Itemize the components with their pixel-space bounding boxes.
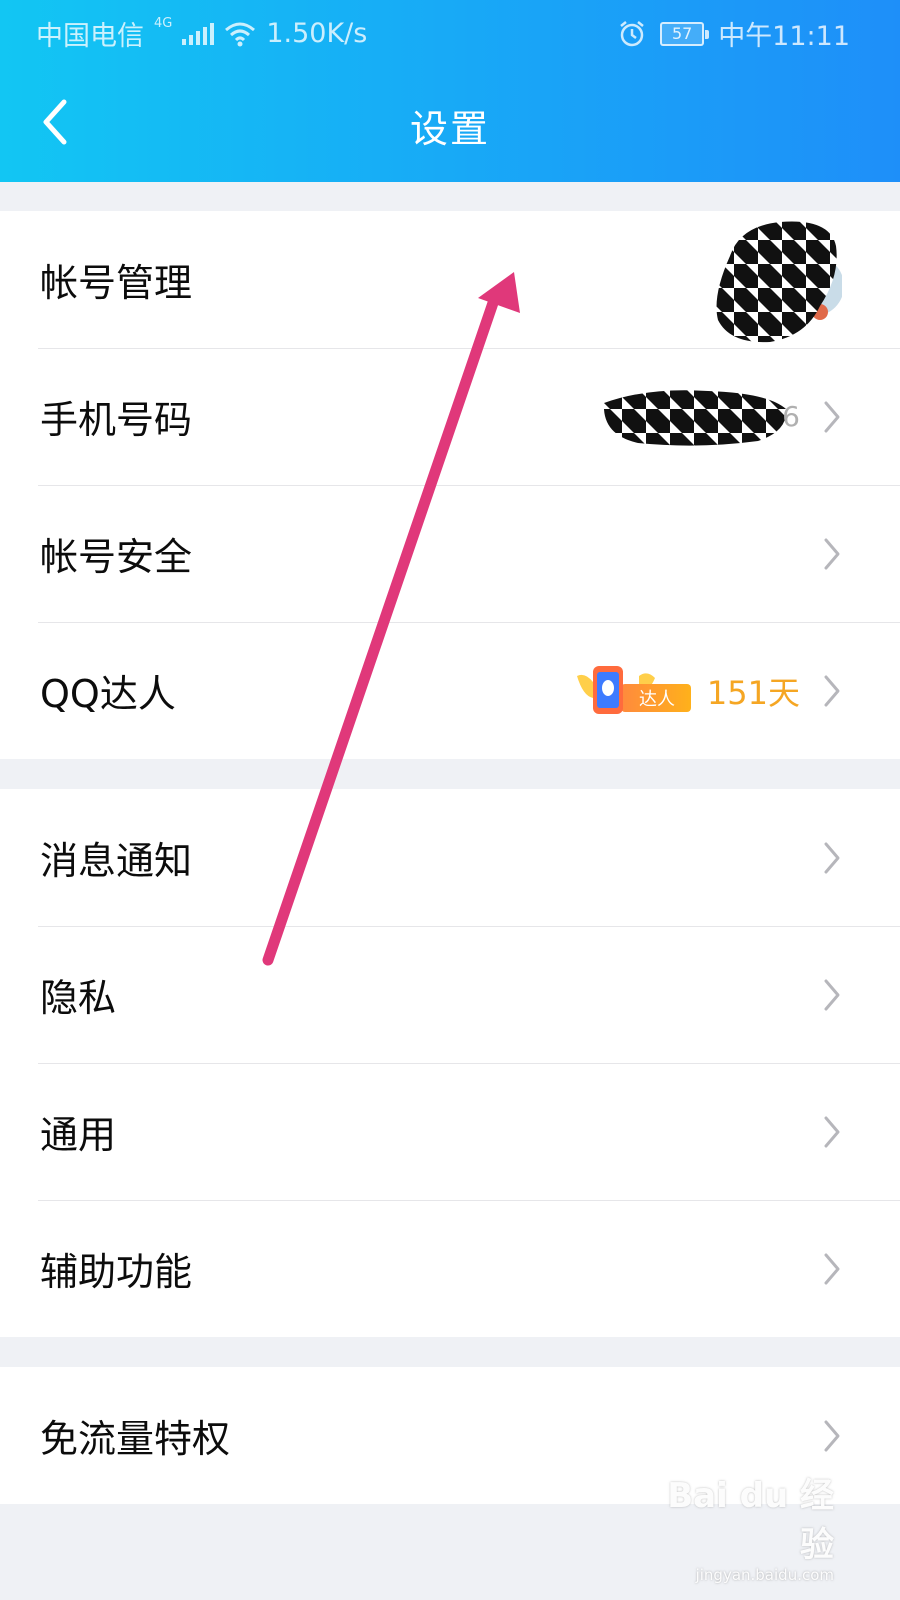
chevron-right-icon	[824, 675, 840, 706]
clock-time: 中午11:11	[718, 21, 850, 52]
row-label: QQ达人	[40, 672, 176, 716]
row-label: 消息通知	[40, 839, 193, 883]
row-label: 辅助功能	[40, 1250, 193, 1294]
chevron-right-icon	[824, 401, 840, 432]
network-type: 4G	[154, 16, 173, 31]
watermark-url: jingyan.baidu.com	[695, 1566, 834, 1584]
svg-text:达人: 达人	[639, 689, 675, 710]
chevron-right-icon	[824, 1253, 840, 1284]
row-label: 通用	[40, 1113, 117, 1157]
qq-expert-status: 达人 151天	[575, 662, 800, 720]
status-left: 中国电信 4G 1.50K/s	[36, 14, 367, 53]
row-label: 手机号码	[40, 398, 193, 442]
redacted-phone-mask	[604, 389, 787, 446]
qq-expert-days: 151天	[706, 673, 800, 712]
general-settings-group: 消息通知 隐私 通用 辅助功能	[0, 789, 900, 1337]
avatar	[716, 221, 842, 342]
row-label: 免流量特权	[40, 1417, 231, 1461]
status-bar: 中国电信 4G 1.50K/s 57 中午11:11	[0, 0, 900, 62]
row-label: 帐号安全	[40, 535, 193, 579]
wifi-icon	[225, 22, 256, 46]
qq-expert-badge-icon: 达人	[576, 665, 691, 714]
row-phone-number[interactable]: 手机号码 6	[0, 348, 900, 485]
chevron-right-icon	[824, 1420, 840, 1451]
app-header: 中国电信 4G 1.50K/s 57 中午11:11 设置	[0, 0, 900, 182]
watermark-logo: Bai du 经验	[667, 1476, 834, 1565]
network-speed: 1.50K/s	[266, 18, 368, 49]
row-account-management[interactable]: 帐号管理	[0, 211, 900, 348]
row-message-notification[interactable]: 消息通知	[0, 789, 900, 926]
status-right: 57 中午11:11	[618, 14, 850, 53]
row-qq-expert[interactable]: QQ达人 达人 151天	[0, 622, 900, 759]
row-label: 帐号管理	[40, 261, 193, 305]
battery-icon: 57	[660, 21, 710, 46]
carrier-label: 中国电信	[36, 21, 144, 52]
row-general[interactable]: 通用	[0, 1063, 900, 1200]
chevron-right-icon	[824, 1116, 840, 1147]
battery-level: 57	[672, 24, 693, 43]
page-title: 设置	[409, 107, 490, 151]
row-account-security[interactable]: 帐号安全	[0, 485, 900, 622]
alarm-icon	[620, 20, 644, 46]
row-accessibility[interactable]: 辅助功能	[0, 1200, 900, 1337]
signal-icon	[182, 22, 215, 45]
account-group: 帐号管理 手机号码 6 帐号安全 QQ达人 达人 151天	[0, 211, 900, 759]
phone-suffix: 6	[782, 400, 800, 433]
chevron-right-icon	[824, 538, 840, 569]
phone-value: 6	[598, 385, 800, 449]
row-privacy[interactable]: 隐私	[0, 926, 900, 1063]
chevron-right-icon	[824, 979, 840, 1010]
chevron-right-icon	[824, 842, 840, 873]
watermark: Bai du 经验 jingyan.baidu.com	[664, 1468, 834, 1584]
row-label: 隐私	[40, 976, 117, 1020]
